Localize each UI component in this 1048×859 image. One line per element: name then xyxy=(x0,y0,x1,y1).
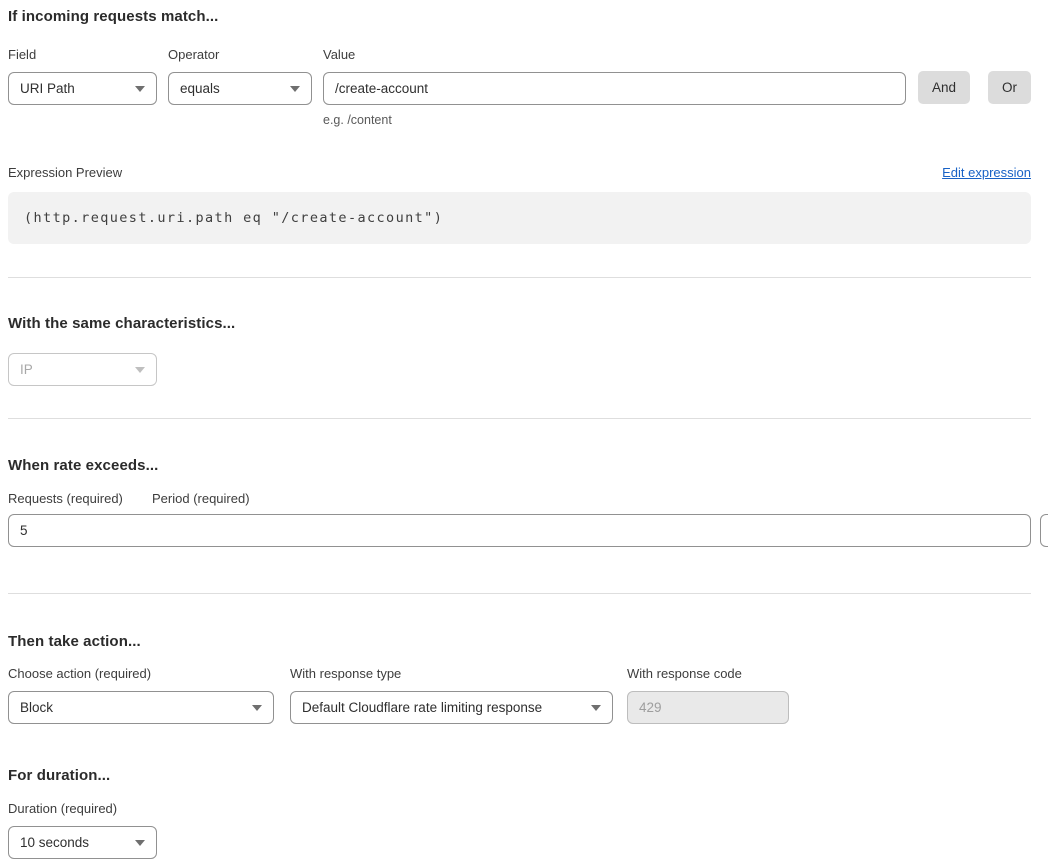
action-controls-row: Choose action (required) Block With resp… xyxy=(8,666,1031,724)
characteristics-section-heading: With the same characteristics... xyxy=(8,315,1031,332)
chevron-down-icon xyxy=(135,367,145,373)
choose-action-select-value: Block xyxy=(20,700,53,715)
rate-section-heading: When rate exceeds... xyxy=(8,457,1031,474)
field-select-value: URI Path xyxy=(20,81,75,96)
duration-label: Duration (required) xyxy=(8,801,1031,816)
field-select[interactable]: URI Path xyxy=(8,72,157,105)
expression-preview-box: (http.request.uri.path eq "/create-accou… xyxy=(8,192,1031,244)
choose-action-select[interactable]: Block xyxy=(8,691,274,724)
rate-limiting-rule-form: If incoming requests match... Field URI … xyxy=(0,0,1048,859)
section-divider xyxy=(8,593,1031,594)
expression-preview-label: Expression Preview xyxy=(8,165,122,180)
duration-select-value: 10 seconds xyxy=(20,835,89,850)
period-label: Period (required) xyxy=(152,491,250,506)
and-button[interactable]: And xyxy=(918,71,970,104)
response-type-select-value: Default Cloudflare rate limiting respons… xyxy=(302,700,542,715)
match-section-heading: If incoming requests match... xyxy=(8,8,1031,25)
action-section-heading: Then take action... xyxy=(8,633,1031,650)
field-group-response-type: With response type Default Cloudflare ra… xyxy=(290,666,613,724)
operator-select-value: equals xyxy=(180,81,220,96)
chevron-down-icon xyxy=(252,705,262,711)
field-group-choose-action: Choose action (required) Block xyxy=(8,666,274,724)
section-divider xyxy=(8,277,1031,278)
operator-label: Operator xyxy=(168,47,312,62)
duration-select[interactable]: 10 seconds xyxy=(8,826,157,859)
section-divider xyxy=(8,418,1031,419)
field-group-response-code: With response code xyxy=(627,666,789,724)
duration-section-heading: For duration... xyxy=(8,767,1031,784)
response-type-label: With response type xyxy=(290,666,613,681)
response-type-select[interactable]: Default Cloudflare rate limiting respons… xyxy=(290,691,613,724)
operator-select[interactable]: equals xyxy=(168,72,312,105)
requests-label: Requests (required) xyxy=(8,491,152,506)
chevron-down-icon xyxy=(135,86,145,92)
characteristics-select-value: IP xyxy=(20,362,33,377)
value-input[interactable] xyxy=(323,72,906,105)
response-code-label: With response code xyxy=(627,666,789,681)
chevron-down-icon xyxy=(135,840,145,846)
or-button[interactable]: Or xyxy=(988,71,1031,104)
expression-preview-header: Expression Preview Edit expression xyxy=(8,165,1031,180)
chevron-down-icon xyxy=(591,705,601,711)
rate-labels-row: Requests (required) Period (required) xyxy=(8,491,1031,506)
expression-code: (http.request.uri.path eq "/create-accou… xyxy=(24,210,443,226)
field-group-value: Value e.g. /content xyxy=(323,47,906,127)
characteristics-select: IP xyxy=(8,353,157,386)
field-group-operator: Operator equals xyxy=(168,47,312,105)
choose-action-label: Choose action (required) xyxy=(8,666,274,681)
match-builder-row: Field URI Path Operator equals Value e.g… xyxy=(8,47,1031,127)
field-group-field: Field URI Path xyxy=(8,47,157,105)
edit-expression-link[interactable]: Edit expression xyxy=(942,165,1031,180)
response-code-input xyxy=(627,691,789,724)
requests-input[interactable] xyxy=(8,514,1031,547)
value-helper-text: e.g. /content xyxy=(323,113,906,127)
rate-controls-row: 10 seconds xyxy=(8,514,1031,547)
value-label: Value xyxy=(323,47,906,62)
chevron-down-icon xyxy=(290,86,300,92)
period-select[interactable]: 10 seconds xyxy=(1040,514,1048,547)
field-label: Field xyxy=(8,47,157,62)
